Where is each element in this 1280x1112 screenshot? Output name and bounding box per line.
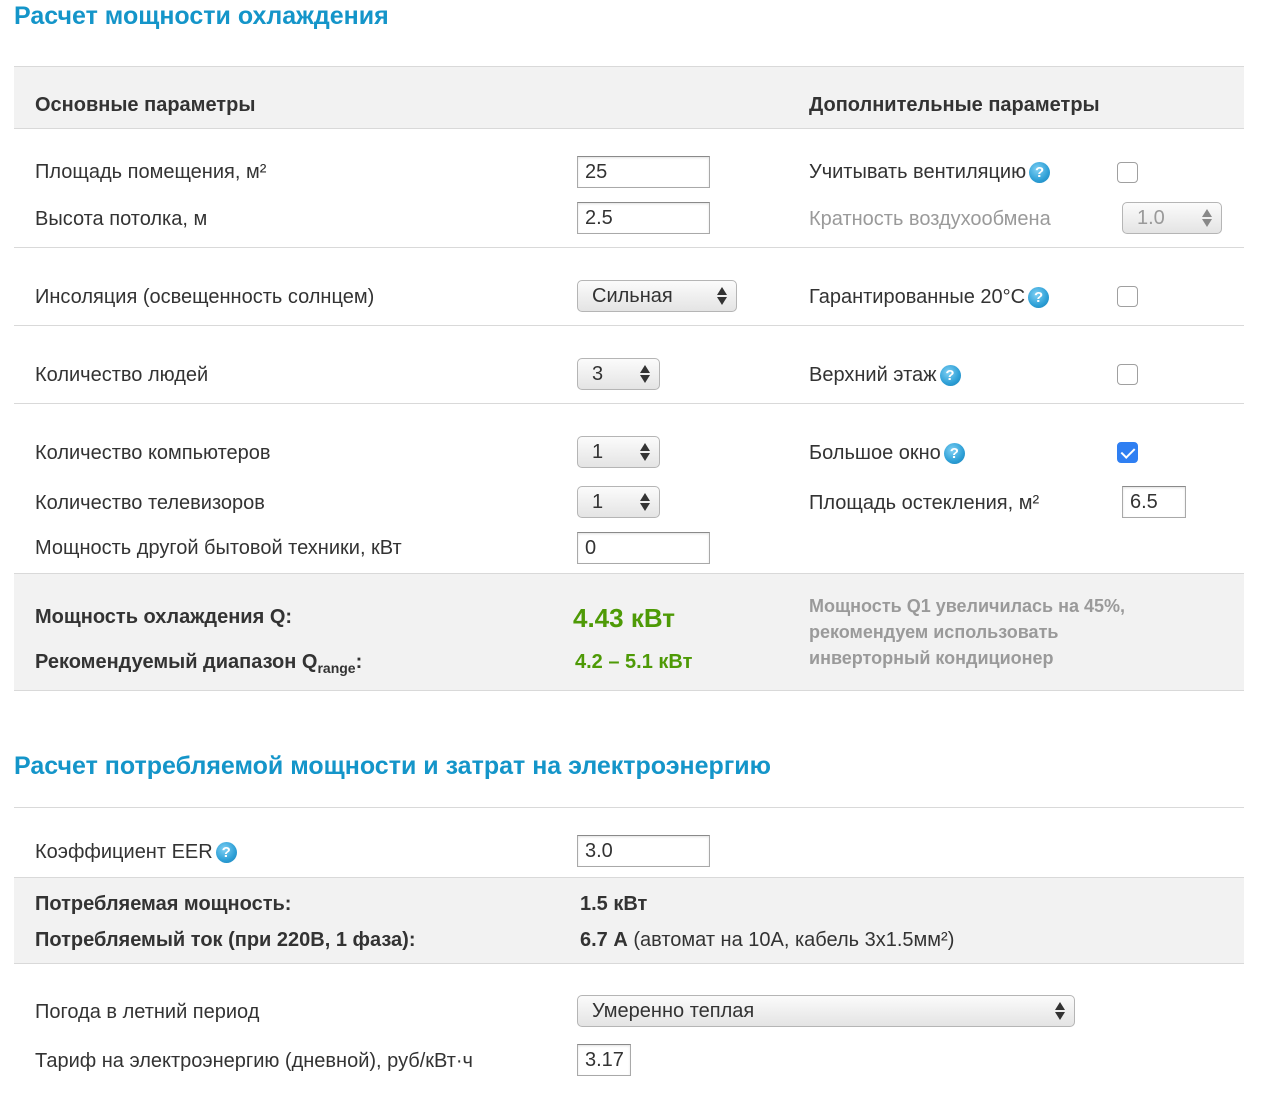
divider bbox=[14, 690, 1244, 691]
select-arrows-icon bbox=[1055, 1001, 1065, 1021]
current-value-row: 6.7 А (автомат на 10А, кабель 3х1.5мм²) bbox=[580, 928, 954, 952]
recommended-range-value: 4.2 – 5.1 кВт bbox=[575, 651, 693, 673]
glazing-area-input[interactable]: 6.5 bbox=[1122, 486, 1186, 518]
cooling-power-value: 4.43 кВт bbox=[573, 603, 676, 633]
air-exchange-value: 1.0 bbox=[1137, 207, 1165, 229]
help-icon[interactable]: ? bbox=[939, 365, 961, 386]
extra-params-header: Дополнительные параметры bbox=[809, 94, 1100, 116]
divider bbox=[14, 963, 1244, 964]
top-floor-checkbox[interactable] bbox=[1117, 364, 1138, 385]
people-count-value: 3 bbox=[592, 363, 604, 385]
summer-weather-value: Умеренно теплая bbox=[592, 1000, 755, 1022]
top-floor-label: Верхний этаж? bbox=[809, 363, 961, 387]
eer-label-text: Коэффициент EER bbox=[35, 841, 213, 863]
inverter-note-line1: Мощность Q1 увеличилась на 45%, bbox=[809, 596, 1126, 616]
guaranteed-temp-label: Гарантированные 20°C? bbox=[809, 285, 1050, 309]
consumption-value: 1.5 кВт bbox=[580, 893, 648, 915]
ventilation-checkbox[interactable] bbox=[1117, 162, 1138, 183]
help-icon[interactable]: ? bbox=[943, 443, 965, 464]
area-label: Площадь помещения, м² bbox=[35, 161, 267, 183]
air-exchange-select[interactable]: 1.0 bbox=[1122, 202, 1222, 234]
recommended-range-label: Рекомендуемый диапазон Qrange: bbox=[35, 650, 362, 680]
insolation-label: Инсоляция (освещенность солнцем) bbox=[35, 286, 375, 308]
computers-count-label: Количество компьютеров bbox=[35, 442, 271, 464]
help-icon[interactable]: ? bbox=[1029, 162, 1051, 183]
divider bbox=[14, 807, 1244, 808]
area-input[interactable]: 25 bbox=[577, 156, 710, 188]
eer-input[interactable]: 3.0 bbox=[577, 835, 710, 867]
cooling-section-title: Расчет мощности охлаждения bbox=[14, 2, 389, 30]
select-arrows-icon bbox=[1202, 208, 1212, 228]
inverter-note-line2: рекомендуем использовать bbox=[809, 622, 1059, 642]
select-arrows-icon bbox=[640, 364, 650, 384]
range-subscript: range bbox=[317, 660, 356, 676]
select-arrows-icon bbox=[640, 442, 650, 462]
recommended-range-label-text: Рекомендуемый диапазон Q bbox=[35, 651, 318, 673]
select-arrows-icon bbox=[717, 286, 727, 306]
people-count-select[interactable]: 3 bbox=[577, 358, 660, 390]
guaranteed-temp-label-text: Гарантированные 20°C bbox=[809, 286, 1026, 308]
computers-count-value: 1 bbox=[592, 441, 604, 463]
people-count-label: Количество людей bbox=[35, 364, 209, 386]
insolation-select[interactable]: Сильная bbox=[577, 280, 737, 312]
computers-count-select[interactable]: 1 bbox=[577, 436, 660, 468]
consumption-label: Потребляемая мощность: bbox=[35, 893, 292, 915]
ventilation-label-text: Учитывать вентиляцию bbox=[809, 161, 1027, 183]
big-window-label: Большое окно? bbox=[809, 441, 965, 465]
current-value: 6.7 А bbox=[580, 929, 628, 951]
tv-count-value: 1 bbox=[592, 491, 604, 513]
big-window-checkbox[interactable] bbox=[1117, 442, 1138, 463]
tariff-input[interactable]: 3.17 bbox=[577, 1044, 631, 1076]
big-window-label-text: Большое окно bbox=[809, 442, 941, 464]
glazing-area-label: Площадь остекления, м² bbox=[809, 492, 1040, 514]
tv-count-label: Количество телевизоров bbox=[35, 492, 265, 514]
range-colon: : bbox=[355, 651, 363, 673]
divider bbox=[14, 128, 1244, 129]
current-note: (автомат на 10А, кабель 3х1.5мм²) bbox=[633, 929, 955, 951]
insolation-value: Сильная bbox=[592, 285, 673, 307]
power-section-title: Расчет потребляемой мощности и затрат на… bbox=[14, 752, 771, 780]
tv-count-select[interactable]: 1 bbox=[577, 486, 660, 518]
select-arrows-icon bbox=[640, 492, 650, 512]
divider bbox=[14, 325, 1244, 326]
appliances-power-label: Мощность другой бытовой техники, кВт bbox=[35, 537, 402, 559]
eer-label: Коэффициент EER? bbox=[35, 840, 237, 864]
current-label: Потребляемый ток (при 220В, 1 фаза): bbox=[35, 929, 416, 951]
main-params-header: Основные параметры bbox=[35, 94, 256, 116]
divider bbox=[14, 403, 1244, 404]
ceiling-height-label: Высота потолка, м bbox=[35, 208, 208, 230]
appliances-power-input[interactable]: 0 bbox=[577, 532, 710, 564]
summer-weather-label: Погода в летний период bbox=[35, 1001, 260, 1023]
help-icon[interactable]: ? bbox=[1028, 287, 1050, 308]
cooling-power-label: Мощность охлаждения Q: bbox=[35, 606, 293, 628]
guaranteed-temp-checkbox[interactable] bbox=[1117, 286, 1138, 307]
summer-weather-select[interactable]: Умеренно теплая bbox=[577, 995, 1075, 1027]
ceiling-height-input[interactable]: 2.5 bbox=[577, 202, 710, 234]
air-exchange-label: Кратность воздухообмена bbox=[809, 208, 1051, 230]
inverter-note-line3: инверторный кондиционер bbox=[809, 648, 1054, 668]
help-icon[interactable]: ? bbox=[215, 842, 237, 863]
ventilation-label: Учитывать вентиляцию? bbox=[809, 160, 1051, 184]
divider bbox=[14, 247, 1244, 248]
top-floor-label-text: Верхний этаж bbox=[809, 364, 937, 386]
tariff-label: Тариф на электроэнергию (дневной), руб/к… bbox=[35, 1050, 473, 1072]
